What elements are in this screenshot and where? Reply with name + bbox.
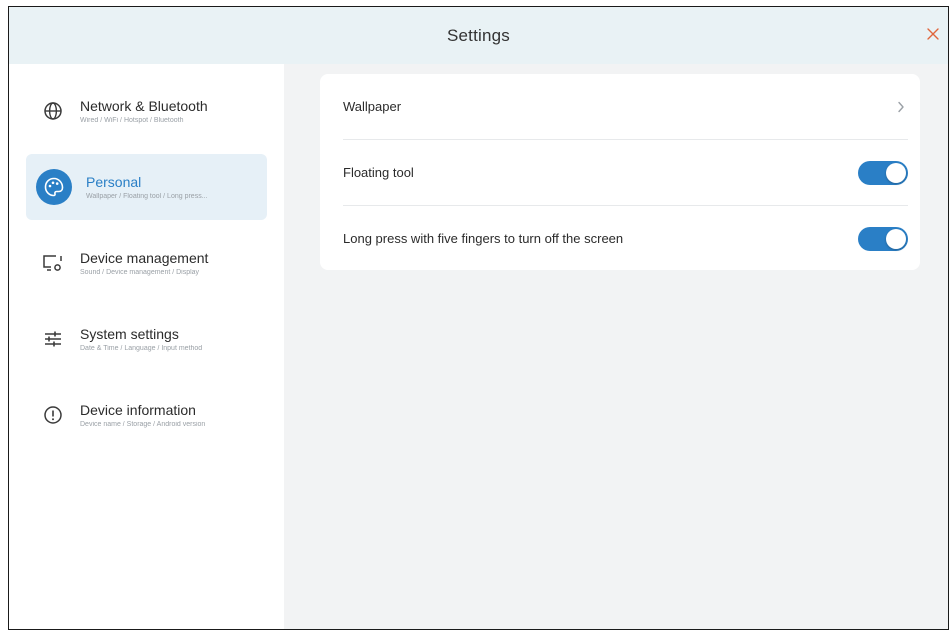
sidebar-item-label: Personal (86, 174, 142, 190)
sidebar-item-subtitle: Wallpaper / Floating tool / Long press..… (86, 193, 208, 200)
sidebar-item-network[interactable]: Network & Bluetooth Wired / WiFi / Hotsp… (26, 78, 267, 144)
sidebar-item-label: System settings (80, 326, 179, 342)
window-title: Settings (446, 25, 511, 45)
close-button[interactable] (922, 23, 944, 45)
floating-tool-row: Floating tool (320, 140, 920, 205)
settings-window: Settings Network & Bluetooth Wired / WiF… (8, 6, 949, 630)
sidebar: Network & Bluetooth Wired / WiFi / Hotsp… (9, 64, 284, 629)
sidebar-item-subtitle: Sound / Device management / Display (80, 269, 200, 276)
palette-icon (36, 169, 72, 205)
close-icon (927, 28, 939, 40)
sidebar-item-subtitle: Device name / Storage / Android version (80, 421, 206, 428)
sidebar-item-personal[interactable]: Personal Wallpaper / Floating tool / Lon… (26, 154, 267, 220)
sidebar-item-device-information[interactable]: Device information Device name / Storage… (26, 382, 267, 448)
info-icon (40, 402, 66, 428)
sidebar-item-label: Device management (80, 250, 209, 266)
floating-tool-toggle[interactable] (858, 160, 908, 185)
wallpaper-row[interactable]: Wallpaper (320, 74, 920, 139)
sidebar-item-label: Network & Bluetooth (80, 98, 208, 114)
five-finger-off-label: Long press with five fingers to turn off… (343, 231, 624, 246)
sliders-icon (40, 326, 66, 352)
globe-icon (40, 98, 66, 124)
floating-tool-label: Floating tool (343, 165, 414, 180)
five-finger-off-toggle[interactable] (858, 226, 908, 251)
sidebar-item-label: Device information (80, 402, 196, 418)
personal-settings-card: Wallpaper Floating tool Long press with … (320, 74, 920, 270)
sidebar-item-subtitle: Date & Time / Language / Input method (80, 345, 203, 352)
sidebar-item-device-management[interactable]: Device management Sound / Device managem… (26, 230, 267, 296)
sidebar-item-system-settings[interactable]: System settings Date & Time / Language /… (26, 306, 267, 372)
device-icon (40, 250, 66, 276)
toggle-knob (886, 162, 906, 183)
toggle-knob (886, 228, 906, 249)
wallpaper-label: Wallpaper (343, 99, 402, 114)
sidebar-item-subtitle: Wired / WiFi / Hotspot / Bluetooth (80, 117, 184, 124)
chevron-right-icon (894, 100, 908, 114)
title-bar: Settings (9, 7, 948, 64)
five-finger-off-row: Long press with five fingers to turn off… (320, 206, 920, 271)
